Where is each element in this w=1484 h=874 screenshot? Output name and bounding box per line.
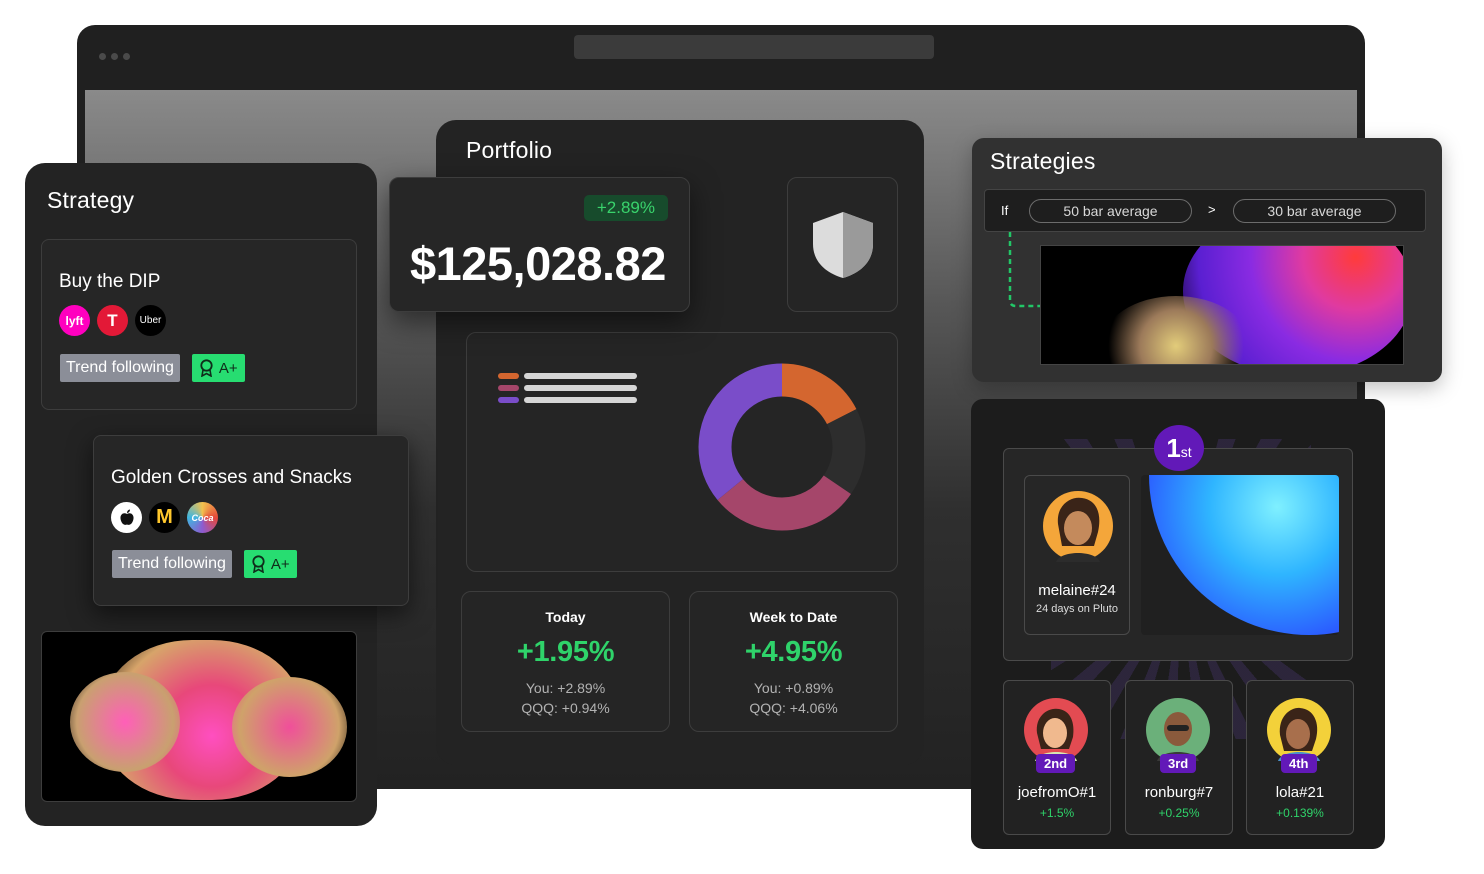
tesla-logo-icon: T xyxy=(97,305,128,336)
legend-item xyxy=(498,397,637,403)
right-condition-pill[interactable]: 30 bar average xyxy=(1233,199,1396,223)
user-gain: +0.25% xyxy=(1158,806,1200,820)
user-card[interactable]: 3rd ronburg#7 +0.25% xyxy=(1125,680,1233,835)
strategy-card[interactable]: Buy the DIP lyft T Uber Trend following … xyxy=(41,239,357,410)
user-name: ronburg#7 xyxy=(1144,784,1214,801)
window-controls[interactable] xyxy=(99,53,130,60)
security-card[interactable] xyxy=(787,177,898,312)
user-detail: 24 days on Pluto xyxy=(1036,603,1118,615)
shield-icon xyxy=(813,212,873,278)
first-rank: 1 xyxy=(1166,433,1181,463)
rank-badge: 2nd xyxy=(1036,754,1076,773)
operator-label: > xyxy=(1208,202,1216,217)
first-place-badge: 1st xyxy=(1154,425,1204,471)
rank-badge: 4th xyxy=(1281,754,1317,773)
lyft-logo-icon: lyft xyxy=(59,305,90,336)
user-card[interactable]: melaine#24 24 days on Pluto xyxy=(1024,475,1130,635)
strategy-card[interactable]: Golden Crosses and Snacks M Coca Trend f… xyxy=(93,435,409,606)
balance-value: $125,028.82 xyxy=(410,237,666,290)
today-value: +1.95% xyxy=(516,636,615,668)
strategy-title: Strategy xyxy=(47,187,135,213)
condition-row: If 50 bar average > 30 bar average xyxy=(984,189,1426,232)
change-badge: +2.89% xyxy=(583,195,668,221)
week-to-date-card: Week to Date +4.95% You: +0.89% QQQ: +4.… xyxy=(689,591,898,732)
address-bar[interactable] xyxy=(574,35,934,59)
left-condition-pill[interactable]: 50 bar average xyxy=(1029,199,1192,223)
balance-card: +2.89% $125,028.82 xyxy=(389,177,690,312)
strategy-tag[interactable]: Trend following xyxy=(112,550,232,578)
allocation-legend xyxy=(498,373,637,403)
user-gain: +1.5% xyxy=(1039,806,1075,820)
strategy-tag[interactable]: Trend following xyxy=(60,354,180,382)
first-rank-suffix: st xyxy=(1180,444,1192,460)
strategy-artwork xyxy=(1040,245,1404,365)
grade-badge: A+ xyxy=(243,550,297,578)
today-card: Today +1.95% You: +2.89% QQQ: +0.94% xyxy=(461,591,670,732)
uber-logo-icon: Uber xyxy=(135,305,166,336)
coca-cola-logo-icon: Coca xyxy=(187,502,218,533)
week-you: You: +0.89% xyxy=(753,680,834,696)
apple-logo-icon xyxy=(111,502,142,533)
rank-badge: 3rd xyxy=(1160,754,1197,773)
user-card[interactable]: 4th lola#21 +0.139% xyxy=(1246,680,1354,835)
award-icon xyxy=(252,555,265,573)
user-card[interactable]: 2nd joefromO#1 +1.5% xyxy=(1003,680,1111,835)
grade-badge: A+ xyxy=(191,354,245,382)
legend-item xyxy=(498,373,637,379)
award-icon xyxy=(200,359,213,377)
first-place-artwork xyxy=(1141,475,1339,635)
avatar xyxy=(1043,491,1113,562)
strategy-name: Buy the DIP xyxy=(59,271,161,292)
user-gain: +0.139% xyxy=(1276,806,1324,820)
user-name: lola#21 xyxy=(1275,784,1325,801)
today-you: You: +2.89% xyxy=(525,680,606,696)
allocation-card xyxy=(466,332,898,572)
grade-value: A+ xyxy=(270,555,290,573)
if-label: If xyxy=(1001,203,1009,218)
stock-logos: lyft T Uber xyxy=(59,305,166,336)
today-label: Today xyxy=(545,609,586,625)
week-label: Week to Date xyxy=(749,609,838,625)
stock-logos: M Coca xyxy=(111,502,218,533)
week-value: +4.95% xyxy=(744,636,843,668)
user-name: joefromO#1 xyxy=(1017,784,1097,801)
allocation-donut-chart xyxy=(698,363,866,531)
week-qqq: QQQ: +4.06% xyxy=(749,700,838,716)
connector-line xyxy=(1008,232,1043,308)
strategies-title: Strategies xyxy=(990,148,1096,174)
strategy-name: Golden Crosses and Snacks xyxy=(111,467,352,488)
today-qqq: QQQ: +0.94% xyxy=(521,700,610,716)
gradient-artwork xyxy=(41,631,357,802)
portfolio-title: Portfolio xyxy=(466,137,553,163)
mcdonalds-logo-icon: M xyxy=(149,502,180,533)
first-place-card[interactable]: melaine#24 24 days on Pluto xyxy=(1003,448,1353,661)
user-name: melaine#24 xyxy=(1038,582,1116,599)
grade-value: A+ xyxy=(218,359,238,377)
leaderboard-panel: melaine#24 24 days on Pluto 1st 2nd joef… xyxy=(971,399,1385,849)
legend-item xyxy=(498,385,637,391)
